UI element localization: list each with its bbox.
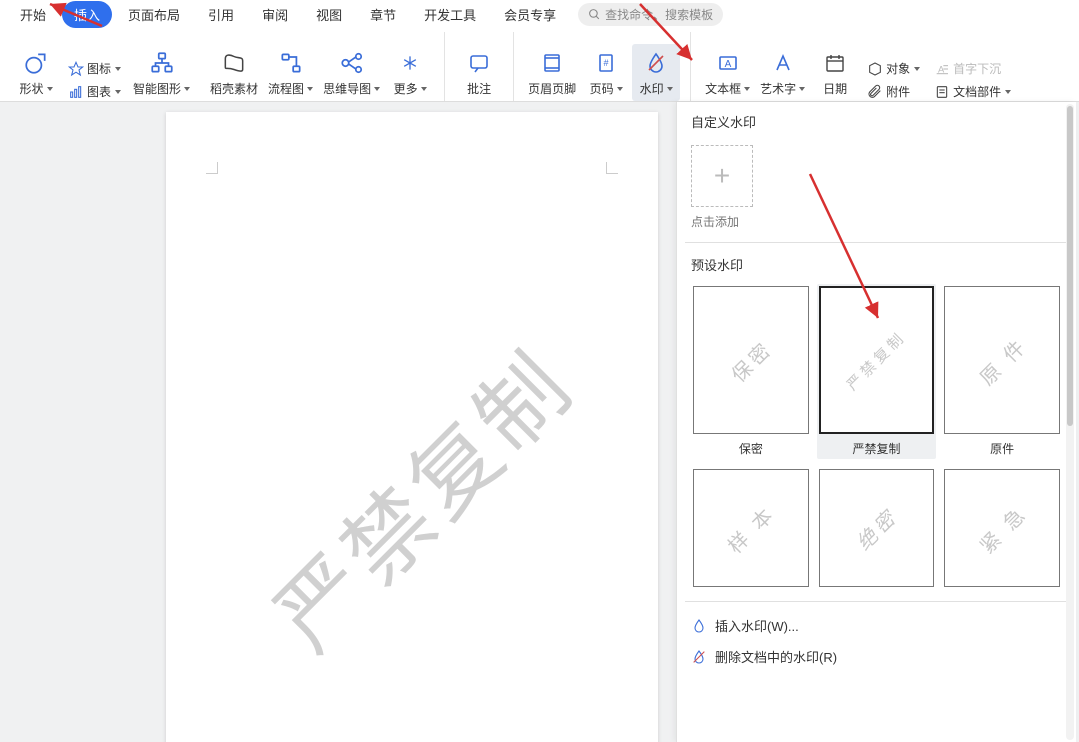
star-icon (68, 61, 84, 77)
tab-view[interactable]: 视图 (304, 1, 354, 28)
header-footer-button[interactable]: 页眉页脚 (524, 44, 580, 101)
margin-corner-tl (206, 162, 218, 174)
icon-lib-button[interactable]: 图标 (66, 59, 123, 78)
smartart-button[interactable]: 智能图形 (129, 44, 194, 101)
textbox-button[interactable]: A 文本框 (701, 44, 754, 101)
remove-watermark-menu[interactable]: 删除文档中的水印(R) (677, 641, 1076, 672)
panel-divider (685, 242, 1068, 243)
document-watermark: 严禁复制 (242, 318, 598, 674)
insert-toolbar: 形状 图标 图表 智能图形 稻壳素材 流程图 思维导图 (0, 28, 1079, 102)
paperclip-icon (867, 84, 883, 100)
docparts-button[interactable]: 文档部件 (932, 82, 1013, 101)
attachment-button[interactable]: 附件 (865, 82, 922, 101)
docer-resource-button[interactable]: 稻壳素材 (206, 44, 262, 101)
panel-divider-2 (685, 601, 1068, 602)
watermark-insert-icon (691, 618, 707, 634)
add-custom-label: 点击添加 (691, 213, 1062, 230)
preset-urgent[interactable]: 紧 急 (942, 467, 1062, 589)
shape-button[interactable]: 形状 (12, 44, 60, 101)
svg-text:#: # (604, 58, 609, 68)
date-icon (823, 51, 847, 75)
docparts-icon (934, 84, 950, 100)
date-button[interactable]: 日期 (811, 44, 859, 101)
mind-icon (339, 50, 365, 76)
chart-button[interactable]: 图表 (66, 82, 123, 101)
dropcap-button[interactable]: A 首字下沉 (932, 59, 1013, 78)
flow-icon (278, 50, 304, 76)
search-box[interactable]: 查找命令、搜索模板 (578, 3, 723, 26)
smartart-icon (149, 50, 175, 76)
pagenum-icon: # (594, 51, 618, 75)
document-page[interactable]: 严禁复制 (166, 112, 658, 742)
tab-insert[interactable]: 插入 (62, 1, 112, 28)
comment-button[interactable]: 批注 (455, 44, 503, 101)
comment-icon (467, 51, 491, 75)
flowchart-button[interactable]: 流程图 (264, 44, 317, 101)
watermark-panel: 自定义水印 + 点击添加 预设水印 保密 保密 严禁复制 严禁复制 原 件 原件… (676, 102, 1076, 742)
preset-watermark-title: 预设水印 (677, 245, 1076, 282)
tab-start[interactable]: 开始 (8, 1, 58, 28)
search-placeholder: 查找命令、搜索模板 (605, 6, 713, 23)
docer-icon (221, 50, 247, 76)
mindmap-button[interactable]: 思维导图 (319, 44, 384, 101)
wordart-button[interactable]: 艺术字 (756, 44, 809, 101)
scrollbar-thumb[interactable] (1067, 106, 1073, 426)
more-button[interactable]: 更多 (386, 44, 434, 101)
shape-icon (23, 50, 49, 76)
preset-confidential[interactable]: 保密 保密 (691, 284, 811, 459)
wordart-icon (771, 51, 795, 75)
custom-watermark-title: 自定义水印 (677, 102, 1076, 139)
margin-corner-tr (606, 162, 618, 174)
add-custom-watermark[interactable]: + (691, 145, 753, 207)
preset-topsecret[interactable]: 绝密 (817, 467, 937, 589)
tab-review[interactable]: 审阅 (250, 1, 300, 28)
chart-icon (68, 84, 84, 100)
textbox-icon: A (716, 51, 740, 75)
watermark-button[interactable]: 水印 (632, 44, 680, 101)
plus-icon: + (714, 162, 730, 190)
insert-watermark-menu[interactable]: 插入水印(W)... (677, 610, 1076, 641)
page-number-button[interactable]: # 页码 (582, 44, 630, 101)
search-icon (588, 8, 601, 21)
watermark-icon (644, 51, 668, 75)
object-button[interactable]: 对象 (865, 59, 922, 78)
watermark-remove-icon (691, 649, 707, 665)
headerfooter-icon (540, 51, 564, 75)
tab-dev[interactable]: 开发工具 (412, 1, 488, 28)
menu-tabs: 开始 插入 页面布局 引用 审阅 视图 章节 开发工具 会员专享 查找命令、搜索… (0, 0, 1079, 28)
panel-menu: 插入水印(W)... 删除文档中的水印(R) (677, 604, 1076, 682)
dropcap-icon: A (934, 61, 950, 77)
tab-reference[interactable]: 引用 (196, 1, 246, 28)
preset-no-copy[interactable]: 严禁复制 严禁复制 (817, 284, 937, 459)
preset-sample[interactable]: 样 本 (691, 467, 811, 589)
tab-chapter[interactable]: 章节 (358, 1, 408, 28)
svg-text:A: A (724, 59, 731, 70)
tab-vip[interactable]: 会员专享 (492, 1, 568, 28)
preset-original[interactable]: 原 件 原件 (942, 284, 1062, 459)
asterisk-icon (400, 53, 420, 73)
object-icon (867, 61, 883, 77)
tab-layout[interactable]: 页面布局 (116, 1, 192, 28)
panel-scrollbar[interactable] (1066, 104, 1074, 740)
preset-grid: 保密 保密 严禁复制 严禁复制 原 件 原件 样 本 绝密 紧 急 (677, 282, 1076, 599)
